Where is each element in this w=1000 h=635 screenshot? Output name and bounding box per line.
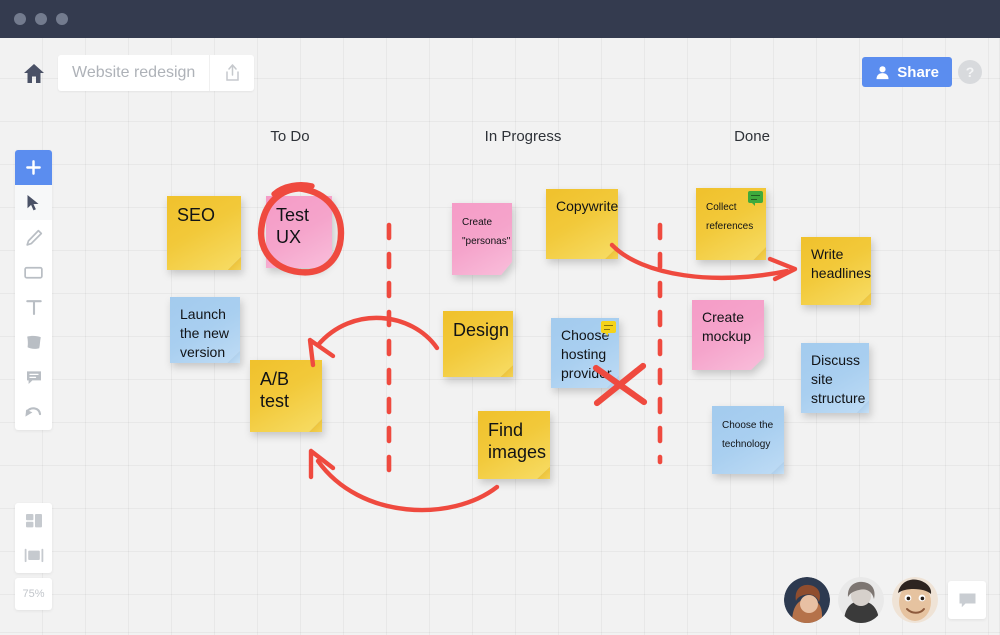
whiteboard-app: Website redesign Share ? 75% To Do In Pr…	[0, 0, 1000, 635]
sticky-note[interactable]: Create "personas"	[452, 203, 512, 275]
sticky-note-body: Launch the new version	[170, 297, 240, 363]
sticky-note-body: Create "personas"	[452, 203, 512, 275]
sticky-note[interactable]: Write headlines	[801, 237, 871, 305]
share-button[interactable]: Share	[862, 57, 952, 87]
sticky-note[interactable]: SEO	[167, 196, 241, 270]
left-toolbar	[15, 150, 52, 430]
undo-tool-button[interactable]	[15, 395, 52, 430]
sticky-note-text: Launch the new version	[180, 306, 230, 360]
sticky-note-text: Design	[453, 320, 510, 340]
sticky-note-body: SEO	[167, 196, 241, 270]
sticky-note-tool-button[interactable]	[15, 325, 52, 360]
sticky-note-text: SEO	[177, 205, 216, 225]
sticky-note-body: Create mockup	[692, 300, 764, 370]
sticky-note-body: Test UX	[266, 196, 332, 268]
fit-screen-tool-button[interactable]	[15, 538, 52, 573]
sticky-note-body: Write headlines	[801, 237, 871, 305]
home-icon	[24, 63, 44, 83]
text-t-icon	[25, 300, 42, 316]
column-header-todo: To Do	[270, 128, 310, 145]
sticky-note-body: Choose the technology	[712, 406, 784, 474]
sticky-note[interactable]: Design	[443, 311, 513, 377]
comment-badge-line	[603, 324, 613, 326]
sticky-note-text: Create "personas"	[462, 217, 511, 247]
column-header-done: Done	[734, 128, 770, 145]
sticky-note[interactable]: A/B test	[250, 360, 322, 432]
comment-badge-line	[750, 194, 760, 196]
share-export-icon	[226, 64, 239, 81]
sticky-note[interactable]: Discuss site structure	[801, 343, 869, 413]
sticky-note-body: Discuss site structure	[801, 343, 869, 413]
share-button-label: Share	[897, 63, 939, 81]
zoom-level-control[interactable]: 75%	[15, 578, 52, 610]
sticky-note-text: Find images	[488, 420, 547, 462]
user-avatar-3-icon	[892, 577, 938, 623]
comment-badge-line	[750, 198, 757, 200]
rectangle-icon	[24, 266, 43, 279]
board-title-input[interactable]: Website redesign	[58, 55, 209, 91]
window-maximize-button[interactable]	[56, 13, 68, 25]
sticky-note[interactable]: Find images	[478, 411, 550, 479]
text-tool-button[interactable]	[15, 290, 52, 325]
sticky-note[interactable]: Copywrite	[546, 189, 618, 259]
avatar[interactable]	[892, 577, 938, 623]
help-button[interactable]: ?	[958, 60, 982, 84]
undo-arrow-icon	[25, 406, 42, 417]
comment-icon	[26, 371, 41, 384]
add-tool-button[interactable]	[15, 150, 52, 185]
chat-bubble-icon	[959, 593, 975, 607]
sticky-note-body: Find images	[478, 411, 550, 479]
comment-badge-icon[interactable]	[601, 321, 616, 336]
sticky-note[interactable]: Launch the new version	[170, 297, 240, 363]
sticky-note[interactable]: Choose the technology	[712, 406, 784, 474]
sticky-note-body: A/B test	[250, 360, 322, 432]
board-title-chip: Website redesign	[58, 55, 255, 91]
presence-avatars	[784, 577, 986, 623]
shape-tool-button[interactable]	[15, 255, 52, 290]
sticky-note[interactable]: Collect references	[696, 188, 766, 260]
window-close-button[interactable]	[14, 13, 26, 25]
window-minimize-button[interactable]	[35, 13, 47, 25]
window-titlebar	[0, 0, 1000, 38]
home-button[interactable]	[18, 58, 50, 88]
sticky-note-text: Test UX	[276, 205, 310, 247]
select-tool-button[interactable]	[15, 185, 52, 220]
sticky-note-text: A/B test	[260, 369, 290, 411]
pen-tool-button[interactable]	[15, 220, 52, 255]
user-avatar-2-icon	[838, 577, 884, 623]
sticky-note-text: Copywrite	[556, 198, 619, 214]
pencil-icon	[25, 229, 42, 246]
plus-icon	[26, 160, 41, 175]
avatar[interactable]	[784, 577, 830, 623]
comment-badge-line	[603, 328, 610, 330]
sticky-note-icon	[26, 335, 41, 349]
sticky-note-body: Copywrite	[546, 189, 618, 259]
sticky-note[interactable]: Test UX	[266, 196, 332, 268]
sticky-note-text: Create mockup	[702, 309, 752, 344]
layout-tool-button[interactable]	[15, 503, 52, 538]
sticky-note-text: Choose the technology	[722, 420, 774, 450]
sticky-note-text: Discuss site structure	[811, 352, 866, 406]
avatar[interactable]	[838, 577, 884, 623]
comment-tool-button[interactable]	[15, 360, 52, 395]
sticky-note-text: Write headlines	[811, 246, 871, 281]
export-button[interactable]	[210, 64, 254, 82]
person-icon	[876, 65, 889, 79]
sticky-note-text: Collect references	[706, 202, 754, 232]
chat-button[interactable]	[948, 581, 986, 619]
sticky-note-body: Design	[443, 311, 513, 377]
cursor-arrow-icon	[27, 194, 39, 210]
view-toolbar	[15, 503, 52, 573]
fit-to-screen-icon	[24, 548, 43, 563]
window-controls	[14, 13, 68, 25]
comment-badge-icon[interactable]	[748, 191, 763, 206]
sticky-note[interactable]: Create mockup	[692, 300, 764, 370]
user-avatar-1-icon	[784, 577, 830, 623]
sticky-note[interactable]: Choose hosting provider	[551, 318, 619, 388]
column-header-in-progress: In Progress	[484, 128, 562, 145]
grid-layout-icon	[25, 513, 42, 527]
